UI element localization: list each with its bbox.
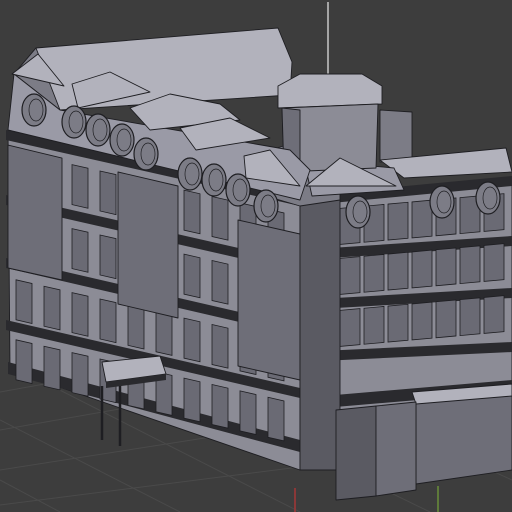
window — [459, 245, 481, 285]
window — [15, 279, 33, 324]
window — [239, 390, 257, 436]
window — [387, 201, 409, 241]
window — [411, 199, 433, 239]
window — [387, 251, 409, 291]
window — [387, 303, 409, 343]
window — [483, 295, 505, 334]
round-porthole-dormer-icon — [475, 181, 501, 215]
window — [183, 317, 201, 363]
round-porthole-dormer-icon — [345, 195, 371, 229]
window — [363, 254, 385, 293]
window — [15, 339, 33, 384]
corner-portico — [335, 401, 417, 501]
window — [71, 228, 89, 273]
round-porthole-dormer-icon — [85, 113, 111, 147]
window — [71, 292, 89, 337]
window — [155, 311, 173, 356]
window — [99, 298, 117, 344]
round-porthole-dormer-icon — [133, 137, 159, 171]
window — [363, 306, 385, 345]
window — [127, 304, 145, 350]
round-porthole-dormer-icon — [429, 185, 455, 219]
window — [183, 253, 201, 299]
window — [411, 301, 433, 341]
round-porthole-dormer-icon — [21, 93, 47, 127]
round-porthole-dormer-icon — [201, 163, 227, 197]
3d-viewport[interactable] — [0, 0, 512, 512]
window — [183, 377, 201, 423]
round-porthole-dormer-icon — [61, 105, 87, 139]
window — [211, 196, 229, 241]
window — [99, 170, 117, 216]
window — [43, 285, 61, 331]
window — [183, 189, 201, 235]
window — [211, 324, 229, 369]
round-porthole-dormer-icon — [177, 157, 203, 191]
window — [411, 249, 433, 289]
window — [339, 308, 361, 347]
round-porthole-dormer-icon — [109, 123, 135, 157]
window — [267, 396, 285, 442]
window — [211, 384, 229, 429]
window — [99, 234, 117, 280]
window — [483, 243, 505, 282]
window — [435, 247, 457, 287]
round-porthole-dormer-icon — [225, 173, 251, 207]
window — [339, 256, 361, 295]
grid-line — [0, 479, 61, 512]
window — [435, 299, 457, 339]
window — [211, 260, 229, 305]
window — [71, 164, 89, 209]
window — [459, 297, 481, 337]
building-model-scene[interactable] — [0, 0, 512, 512]
window — [43, 345, 61, 391]
window — [71, 352, 89, 397]
round-porthole-dormer-icon — [253, 189, 279, 223]
